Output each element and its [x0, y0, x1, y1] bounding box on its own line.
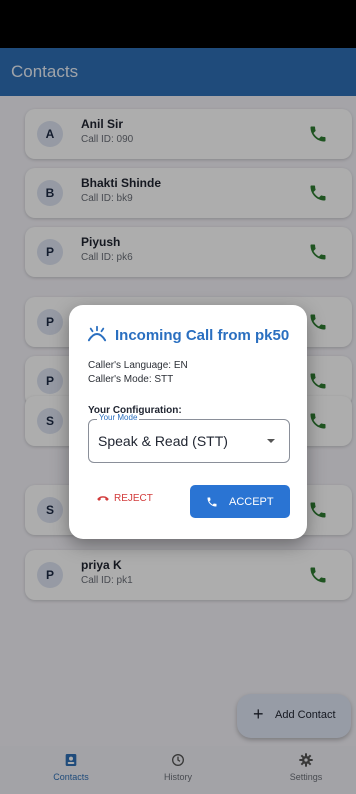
ringing-icon [87, 325, 107, 342]
accept-button[interactable]: ACCEPT [190, 485, 290, 518]
mode-select[interactable]: Your Mode Speak & Read (STT) [88, 413, 290, 463]
caret-down-icon [267, 439, 275, 443]
caller-language: Caller's Language: EN [88, 360, 188, 371]
incoming-call-dialog: Incoming Call from pk50 Caller's Languag… [69, 305, 307, 539]
call-end-icon [97, 496, 109, 502]
phone-icon [207, 497, 217, 507]
caller-mode: Caller's Mode: STT [88, 374, 174, 385]
reject-label: REJECT [114, 493, 153, 504]
mode-select-value: Speak & Read (STT) [98, 433, 228, 449]
dialog-title: Incoming Call from pk50 [115, 327, 290, 344]
mode-select-label: Your Mode [97, 413, 140, 422]
reject-button[interactable]: REJECT [96, 493, 153, 504]
accept-label: ACCEPT [229, 496, 274, 508]
